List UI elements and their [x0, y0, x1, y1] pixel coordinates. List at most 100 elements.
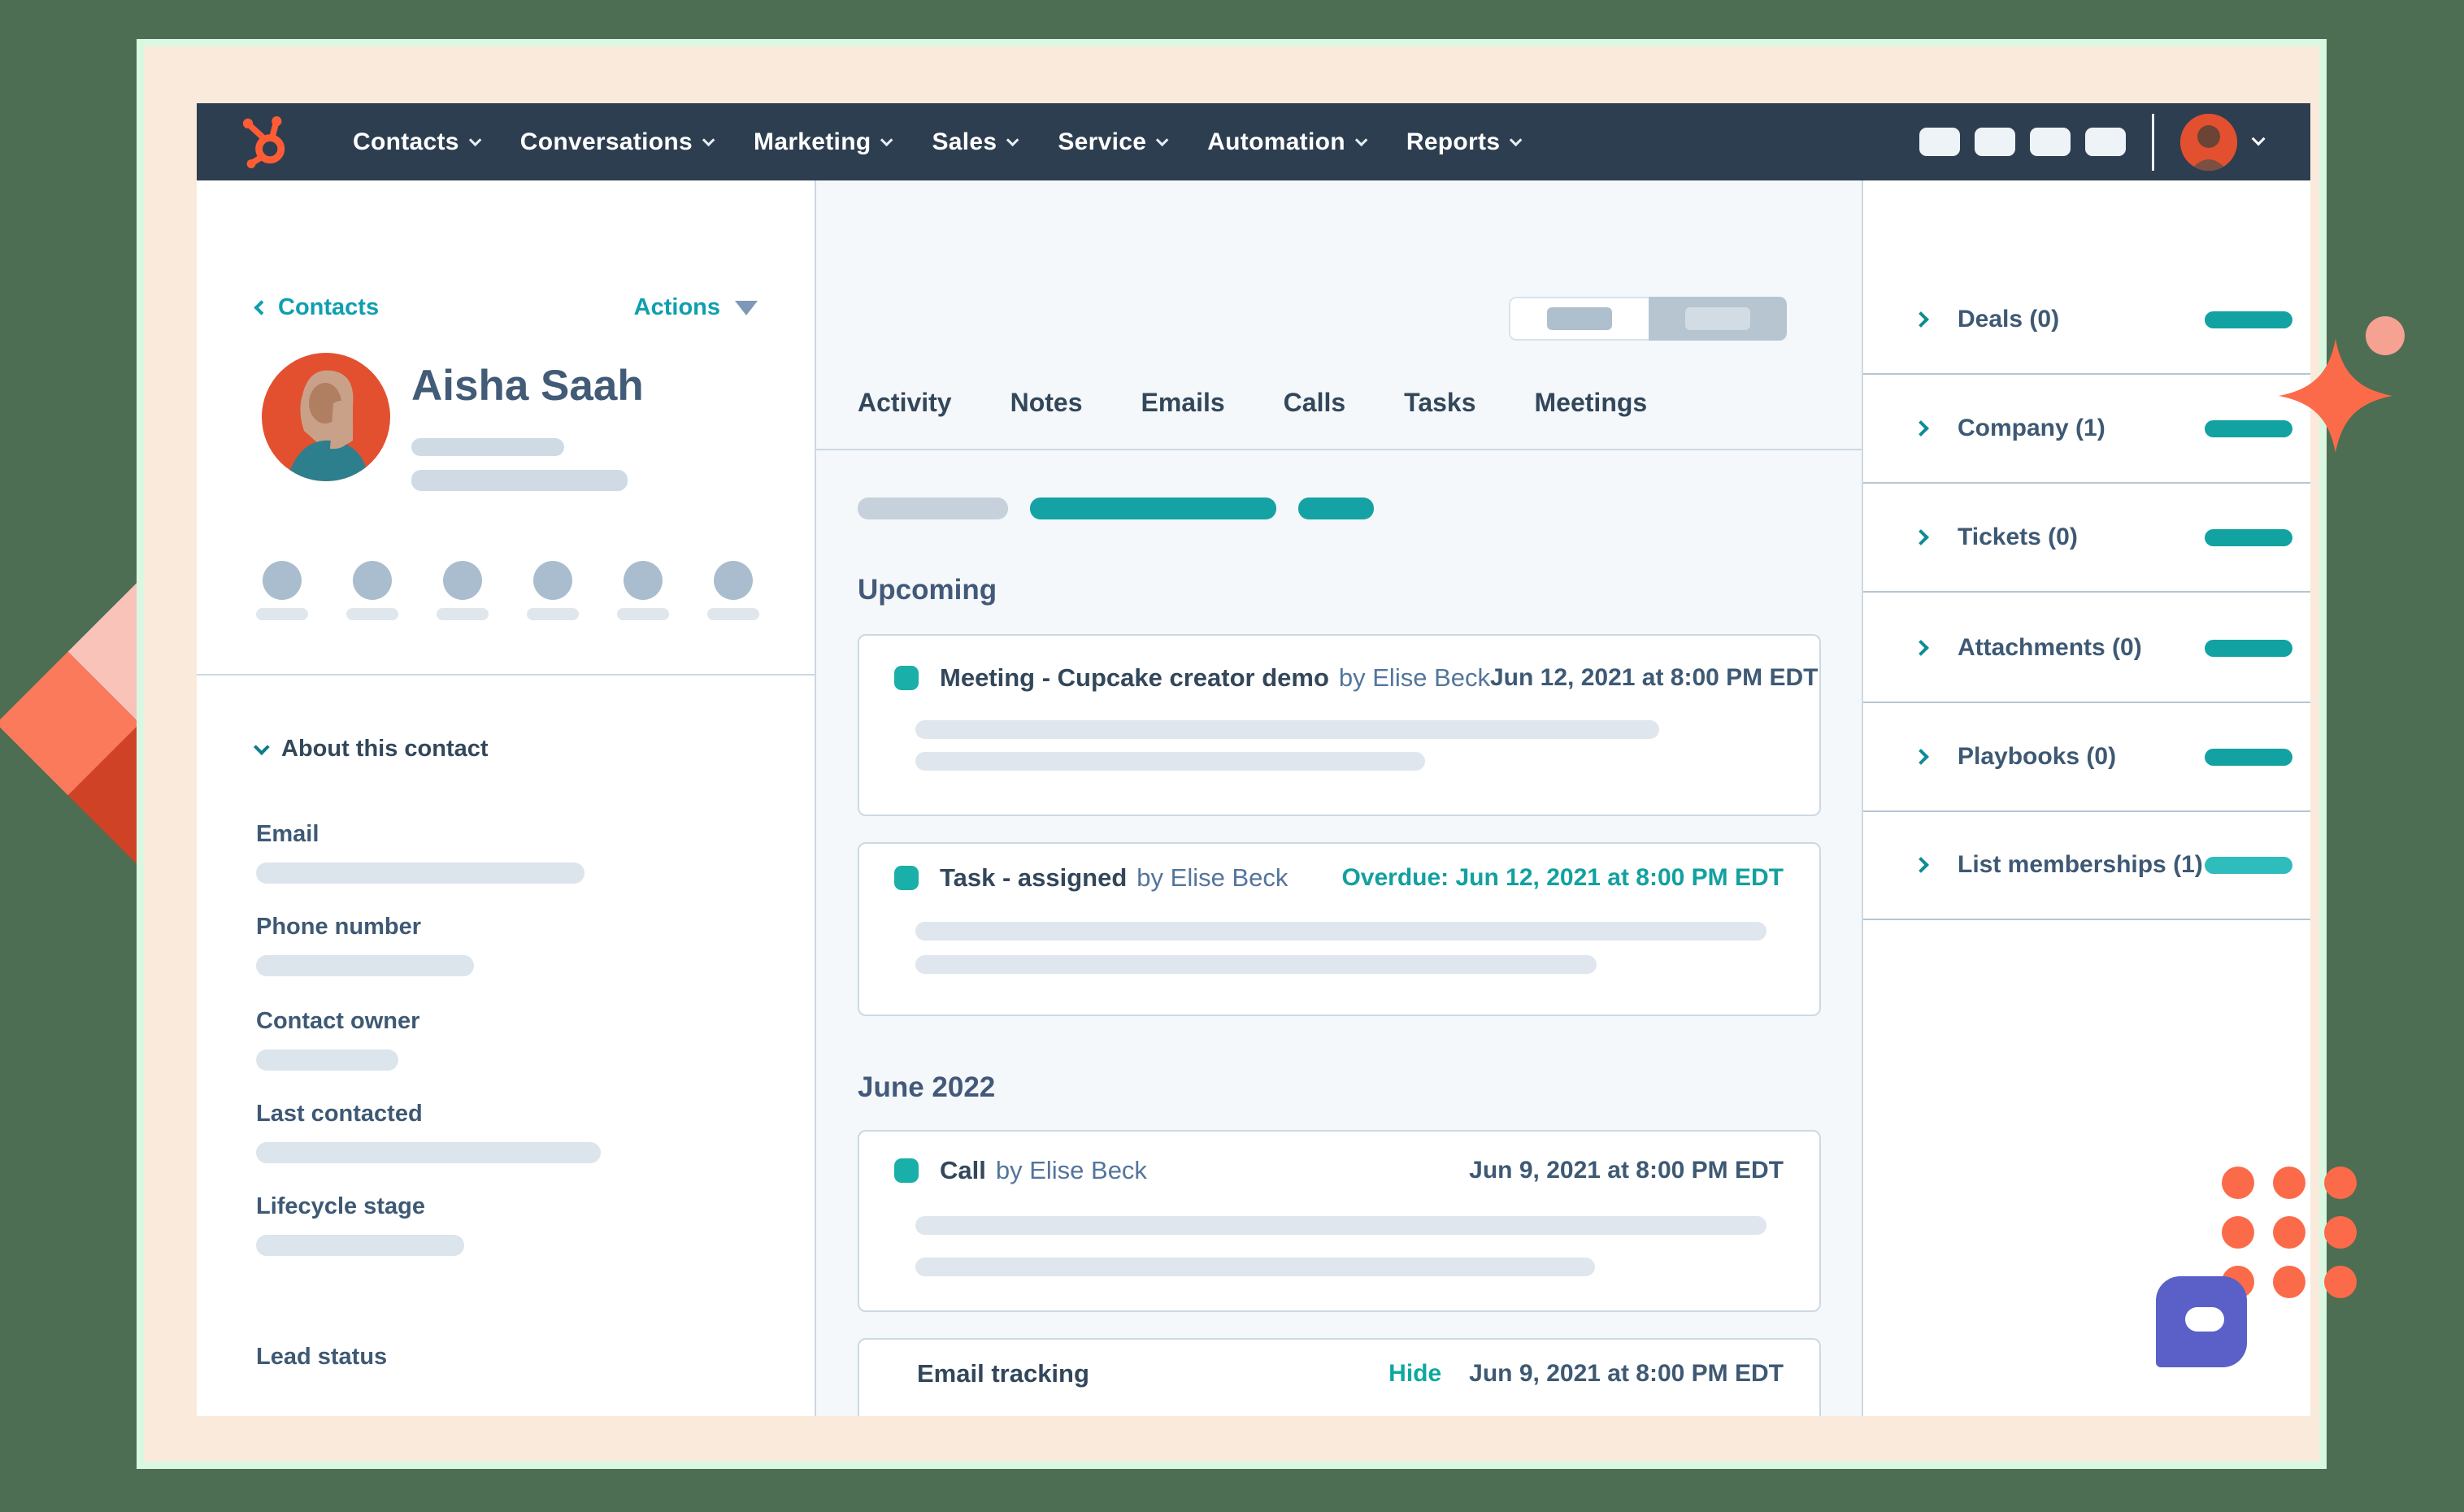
card-byline: by Elise Beck	[1136, 863, 1288, 892]
chevron-down-icon	[880, 133, 893, 147]
tab-emails[interactable]: Emails	[1141, 388, 1225, 437]
card-title: Meeting - Cupcake creator demo	[940, 663, 1329, 692]
nav-item-reports[interactable]: Reports	[1406, 128, 1523, 156]
assoc-add-button[interactable]	[2205, 311, 2292, 328]
card-title: Task - assigned	[940, 863, 1128, 892]
chevron-right-icon	[1913, 640, 1929, 656]
hide-link[interactable]: Hide	[1388, 1360, 1441, 1388]
divider	[197, 674, 815, 676]
decor-sparkle-icon	[2279, 339, 2392, 453]
card-byline: by Elise Beck	[995, 1156, 1147, 1184]
meeting-icon	[894, 666, 919, 690]
divider	[816, 449, 1862, 450]
placeholder-bar	[915, 1258, 1595, 1276]
contact-action-icon[interactable]	[437, 561, 489, 620]
nav-divider	[2152, 113, 2154, 171]
contact-action-icons	[256, 561, 759, 620]
nav-item-conversations[interactable]: Conversations	[520, 128, 715, 156]
about-section-toggle[interactable]: About this contact	[253, 736, 489, 763]
user-avatar[interactable]	[2180, 113, 2237, 171]
assoc-row-list-memberships[interactable]: List memberships (1)	[1863, 811, 2310, 920]
assoc-row-tickets[interactable]: Tickets (0)	[1863, 484, 2310, 593]
placeholder-bar	[256, 1142, 601, 1163]
contact-name: Aisha Saah	[411, 362, 644, 410]
assoc-row-company[interactable]: Company (1)	[1863, 375, 2310, 484]
contact-action-icon[interactable]	[707, 561, 759, 620]
assoc-row-deals[interactable]: Deals (0)	[1863, 266, 2310, 375]
assoc-row-attachments[interactable]: Attachments (0)	[1863, 594, 2310, 703]
decor-circle	[2366, 316, 2405, 355]
field-phone: Phone number	[256, 914, 474, 976]
chevron-down-icon	[1354, 133, 1368, 147]
field-contact-owner: Contact owner	[256, 1008, 419, 1071]
field-lifecycle-stage: Lifecycle stage	[256, 1193, 464, 1256]
nav-tool-icon[interactable]	[1975, 128, 2015, 156]
field-email: Email	[256, 821, 584, 884]
contact-action-icon[interactable]	[346, 561, 398, 620]
chevron-down-icon	[1156, 133, 1169, 147]
chevron-left-icon	[254, 300, 269, 315]
card-timestamp-overdue: Overdue: Jun 12, 2021 at 8:00 PM EDT	[1341, 864, 1784, 891]
tab-meetings[interactable]: Meetings	[1535, 388, 1648, 437]
chevron-right-icon	[1913, 311, 1929, 328]
assoc-add-button[interactable]	[2205, 856, 2292, 874]
field-last-contacted: Last contacted	[256, 1101, 601, 1163]
tab-activity[interactable]: Activity	[858, 388, 952, 437]
decor-dots-grid	[2222, 1167, 2357, 1298]
assoc-row-playbooks[interactable]: Playbooks (0)	[1863, 703, 2310, 812]
placeholder-bar	[256, 862, 584, 884]
section-heading-june-2022: June 2022	[858, 1071, 996, 1103]
nav-item-automation[interactable]: Automation	[1207, 128, 1368, 156]
timeline-filters	[858, 497, 1374, 519]
nav-item-marketing[interactable]: Marketing	[754, 128, 893, 156]
hubspot-logo-icon[interactable]	[236, 115, 291, 170]
chat-widget-icon[interactable]	[2156, 1276, 2247, 1367]
nav-item-service[interactable]: Service	[1058, 128, 1169, 156]
card-title: Email tracking	[917, 1359, 1089, 1388]
card-timestamp: Jun 9, 2021 at 8:00 PM EDT	[1469, 1360, 1784, 1387]
nav-menu: Contacts Conversations Marketing Sales S…	[353, 103, 1523, 180]
nav-tool-icon[interactable]	[2085, 128, 2126, 156]
tab-calls[interactable]: Calls	[1284, 388, 1345, 437]
field-lead-status: Lead status	[256, 1344, 388, 1370]
timeline-card-task[interactable]: Task - assigned by Elise Beck Overdue: J…	[858, 842, 1821, 1016]
view-toggle-option-b[interactable]	[1649, 297, 1787, 341]
placeholder-bar	[411, 470, 628, 491]
nav-tool-icon[interactable]	[1919, 128, 1960, 156]
nav-tool-icon[interactable]	[2030, 128, 2071, 156]
placeholder-bar	[915, 1216, 1767, 1235]
back-to-contacts-link[interactable]: Contacts	[254, 294, 379, 321]
view-toggle-option-a[interactable]	[1509, 297, 1649, 341]
timeline-card-call[interactable]: Call by Elise Beck Jun 9, 2021 at 8:00 P…	[858, 1130, 1821, 1312]
card-title: Call	[940, 1156, 986, 1184]
nav-item-contacts[interactable]: Contacts	[353, 128, 482, 156]
view-toggle[interactable]	[1509, 297, 1787, 341]
placeholder-bar	[411, 438, 564, 456]
timeline-card-meeting[interactable]: Meeting - Cupcake creator demo by Elise …	[858, 634, 1821, 816]
account-menu-caret[interactable]	[2251, 131, 2266, 150]
tab-notes[interactable]: Notes	[1010, 388, 1083, 437]
chevron-down-icon	[1510, 133, 1523, 147]
card-byline: by Elise Beck	[1338, 663, 1490, 692]
chevron-down-icon	[468, 133, 482, 147]
contact-action-icon[interactable]	[256, 561, 308, 620]
contact-action-icon[interactable]	[527, 561, 579, 620]
placeholder-bar	[915, 922, 1767, 941]
assoc-add-button[interactable]	[2205, 748, 2292, 766]
timeline-tabs: Activity Notes Emails Calls Tasks Meetin…	[858, 388, 1825, 437]
assoc-add-button[interactable]	[2205, 528, 2292, 546]
contact-action-icon[interactable]	[617, 561, 669, 620]
card-timestamp: Jun 9, 2021 at 8:00 PM EDT	[1469, 1157, 1784, 1184]
call-icon	[894, 1158, 919, 1183]
chevron-right-icon	[1913, 529, 1929, 545]
assoc-add-button[interactable]	[2205, 639, 2292, 657]
caret-down-icon	[735, 300, 758, 315]
activity-timeline: Activity Notes Emails Calls Tasks Meetin…	[816, 180, 1862, 1416]
placeholder-bar	[915, 720, 1659, 739]
tab-tasks[interactable]: Tasks	[1404, 388, 1475, 437]
timeline-card-email-tracking[interactable]: Email tracking Hide Jun 9, 2021 at 8:00 …	[858, 1338, 1821, 1416]
chevron-right-icon	[1913, 857, 1929, 873]
contact-sidebar: Contacts Actions Aisha Saah About this c…	[197, 180, 816, 1416]
nav-item-sales[interactable]: Sales	[932, 128, 1019, 156]
actions-dropdown[interactable]: Actions	[634, 294, 758, 321]
